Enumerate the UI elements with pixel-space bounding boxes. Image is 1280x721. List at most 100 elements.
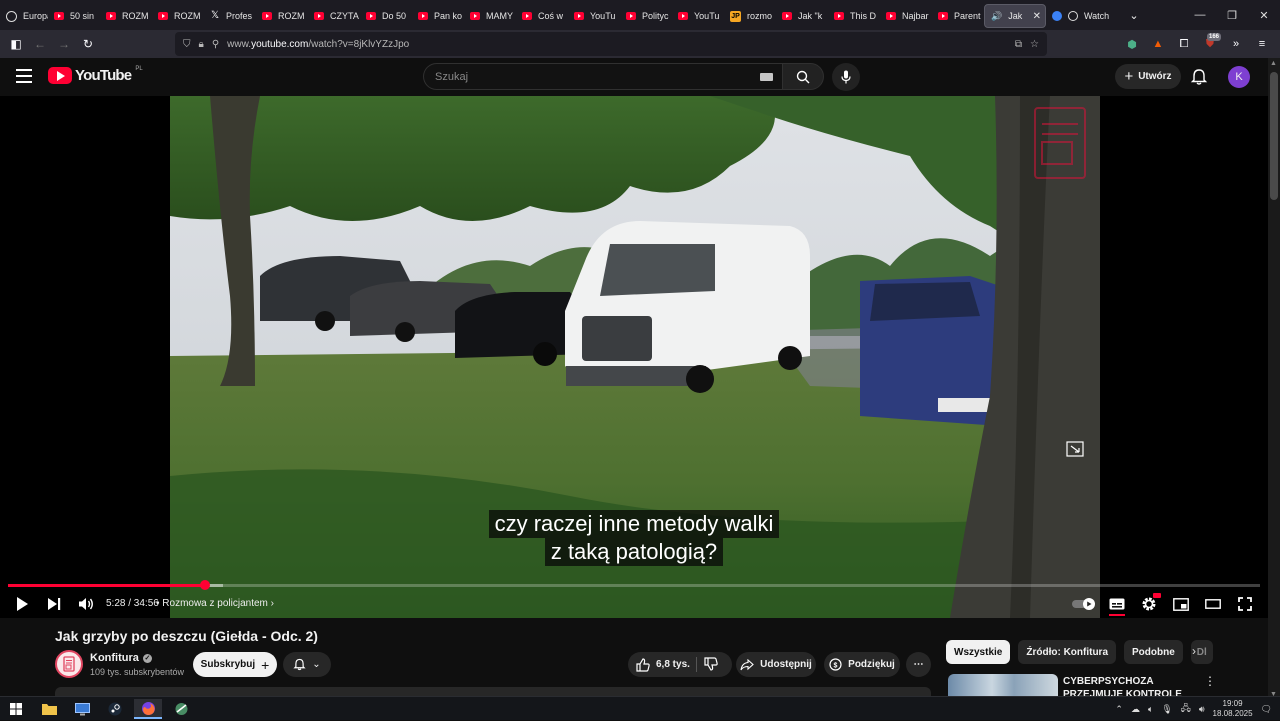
recommendation-thumbnail[interactable] (948, 674, 1058, 696)
mute-button[interactable] (74, 592, 98, 616)
subscribe-button[interactable]: Subskrybuj + (193, 652, 277, 677)
chapter-title[interactable]: • Rozmowa z policjantem › (156, 598, 274, 609)
hamburger-menu-icon[interactable] (16, 69, 32, 83)
youtube-logo[interactable]: YouTube PL (48, 66, 143, 84)
search-button[interactable] (782, 63, 824, 90)
page-scrollbar[interactable]: ▲ ▼ (1268, 58, 1280, 700)
recommendation-title[interactable]: CYBERPSYCHOZA PRZEJMUJE KONTROLĘ (1063, 675, 1203, 696)
volume-icon[interactable]: 🔊︎ (1199, 704, 1205, 715)
browser-tab[interactable]: YouTu (672, 4, 724, 28)
reload-icon[interactable]: ↻ (76, 32, 100, 56)
progress-bar[interactable] (8, 580, 1260, 590)
extension-shield-icon[interactable]: ⬢ (1120, 32, 1144, 56)
like-button[interactable]: 6,8 tys. (628, 652, 732, 677)
url-bar[interactable]: ⛉ 🔒︎ ⚲ www.youtube.com/watch?v=8jKlvYZzJ… (175, 32, 1047, 56)
account-avatar[interactable]: K (1228, 66, 1250, 88)
subtitles-button[interactable] (1105, 592, 1129, 616)
next-button[interactable] (42, 592, 66, 616)
channel-name[interactable]: Konfitura ✓ (90, 652, 152, 664)
taskbar-steam[interactable] (101, 699, 129, 719)
chevron-up-icon[interactable]: ⌃ (1115, 704, 1123, 715)
tab-list-chevron-icon[interactable]: ⌄ (1124, 9, 1144, 22)
extensions-puzzle-icon[interactable]: ⧠ (1172, 32, 1196, 56)
browser-tab[interactable]: Najbar (880, 4, 932, 28)
microphone-icon[interactable]: 🎙︎ (1161, 704, 1172, 715)
browser-tab[interactable]: CZYTA (308, 4, 360, 28)
browser-tab[interactable]: ROZM (100, 4, 152, 28)
browser-tab[interactable]: Parent (932, 4, 984, 28)
speaker-icon[interactable]: 🔊 (991, 11, 1002, 22)
browser-tab[interactable]: ROZM (152, 4, 204, 28)
permissions-icon[interactable]: ⚲ (212, 39, 219, 50)
chip-all[interactable]: Wszystkie (946, 640, 1011, 664)
browser-tab[interactable]: 𝕏 Profes (204, 4, 256, 28)
browser-tab[interactable]: 50 sin (48, 4, 100, 28)
lock-icon[interactable]: 🔒︎ (199, 39, 204, 50)
taskbar-app[interactable] (167, 699, 195, 719)
network-icon[interactable]: 🖧 (1181, 701, 1191, 717)
settings-button[interactable] (1137, 592, 1161, 616)
shield-icon[interactable]: ⛉ (183, 39, 191, 50)
miniplayer-button[interactable] (1169, 592, 1193, 616)
browser-tab[interactable]: This D (828, 4, 880, 28)
back-icon[interactable]: ← (28, 32, 52, 56)
restore-icon[interactable]: ❐ (1216, 0, 1248, 30)
picture-in-picture-icon[interactable]: ⧉ (1015, 39, 1022, 50)
share-button[interactable]: Udostępnij (736, 652, 816, 677)
voice-search-button[interactable] (832, 63, 860, 91)
start-button[interactable] (2, 699, 30, 719)
play-button[interactable] (10, 592, 34, 616)
keyboard-icon[interactable] (760, 72, 773, 81)
browser-tab-active[interactable]: 🔊 Jak ✕ (984, 4, 1046, 28)
ublock-icon[interactable]: ⛊ 166 (1198, 32, 1222, 56)
fullscreen-button[interactable] (1233, 592, 1257, 616)
browser-tab-watch[interactable]: Watch (1046, 4, 1118, 28)
video-player[interactable]: czy raczej inne metody walki z taką pato… (0, 96, 1268, 618)
thanks-button[interactable]: $ Podziękuj (824, 652, 900, 677)
expand-video-icon[interactable] (1066, 441, 1084, 457)
speaker-icon[interactable]: 🔈︎ (1148, 704, 1153, 715)
chevron-right-icon[interactable]: › (1192, 644, 1196, 658)
scrollbar-thumb[interactable] (1270, 72, 1278, 200)
clock[interactable]: 19:09 18.08.2025 (1213, 699, 1253, 719)
overflow-chevron-icon[interactable]: » (1224, 32, 1248, 56)
bookmark-star-icon[interactable]: ☆ (1030, 39, 1039, 50)
browser-tab[interactable]: ROZM (256, 4, 308, 28)
browser-tab[interactable]: JP rozmo (724, 4, 776, 28)
taskbar-firefox[interactable] (134, 699, 162, 719)
scroll-up-arrow-icon[interactable]: ▲ (1270, 60, 1277, 67)
browser-tab[interactable]: Jak "k (776, 4, 828, 28)
close-window-icon[interactable]: ✕ (1248, 0, 1280, 30)
scrubber-handle[interactable] (199, 580, 210, 590)
notifications-bell-icon[interactable] (1190, 68, 1208, 86)
description-box[interactable] (55, 687, 931, 696)
browser-tab[interactable]: Coś w (516, 4, 568, 28)
notification-preferences-button[interactable]: ⌄ (283, 652, 331, 677)
notifications-icon[interactable]: 🗨 (1261, 704, 1272, 715)
menu-icon[interactable]: ≡ (1250, 32, 1274, 56)
browser-tab[interactable]: Polityc (620, 4, 672, 28)
browser-tab[interactable]: MAMY (464, 4, 516, 28)
search-input[interactable]: Szukaj (423, 63, 783, 90)
chip-related[interactable]: Podobne (1124, 640, 1183, 664)
create-button[interactable]: + Utwórz (1115, 64, 1181, 89)
channel-avatar[interactable] (55, 650, 83, 678)
taskbar-app[interactable] (68, 699, 96, 719)
tab-close-icon[interactable]: ✕ (1033, 11, 1041, 22)
more-vertical-icon[interactable]: ⋮ (1204, 674, 1216, 688)
browser-tab[interactable]: Europa (0, 4, 48, 28)
more-actions-button[interactable]: ⋯ (906, 652, 931, 677)
thumbs-down-icon[interactable] (704, 657, 718, 671)
chip-from-channel[interactable]: Źródło: Konfitura (1018, 640, 1117, 664)
cloud-icon[interactable]: ☁ (1131, 704, 1140, 715)
taskbar-file-explorer[interactable] (35, 699, 63, 719)
browser-tab[interactable]: Do 50 (360, 4, 412, 28)
sidebar-toggle-icon[interactable]: ◧ (4, 32, 28, 56)
browser-tab[interactable]: YouTu (568, 4, 620, 28)
theater-mode-button[interactable] (1201, 592, 1225, 616)
browser-tab[interactable]: Pan ko (412, 4, 464, 28)
minimize-icon[interactable]: — (1184, 0, 1216, 30)
autoplay-toggle[interactable] (1070, 592, 1098, 616)
extension-fox-icon[interactable]: ▲ (1146, 32, 1170, 56)
forward-icon[interactable]: → (52, 32, 76, 56)
